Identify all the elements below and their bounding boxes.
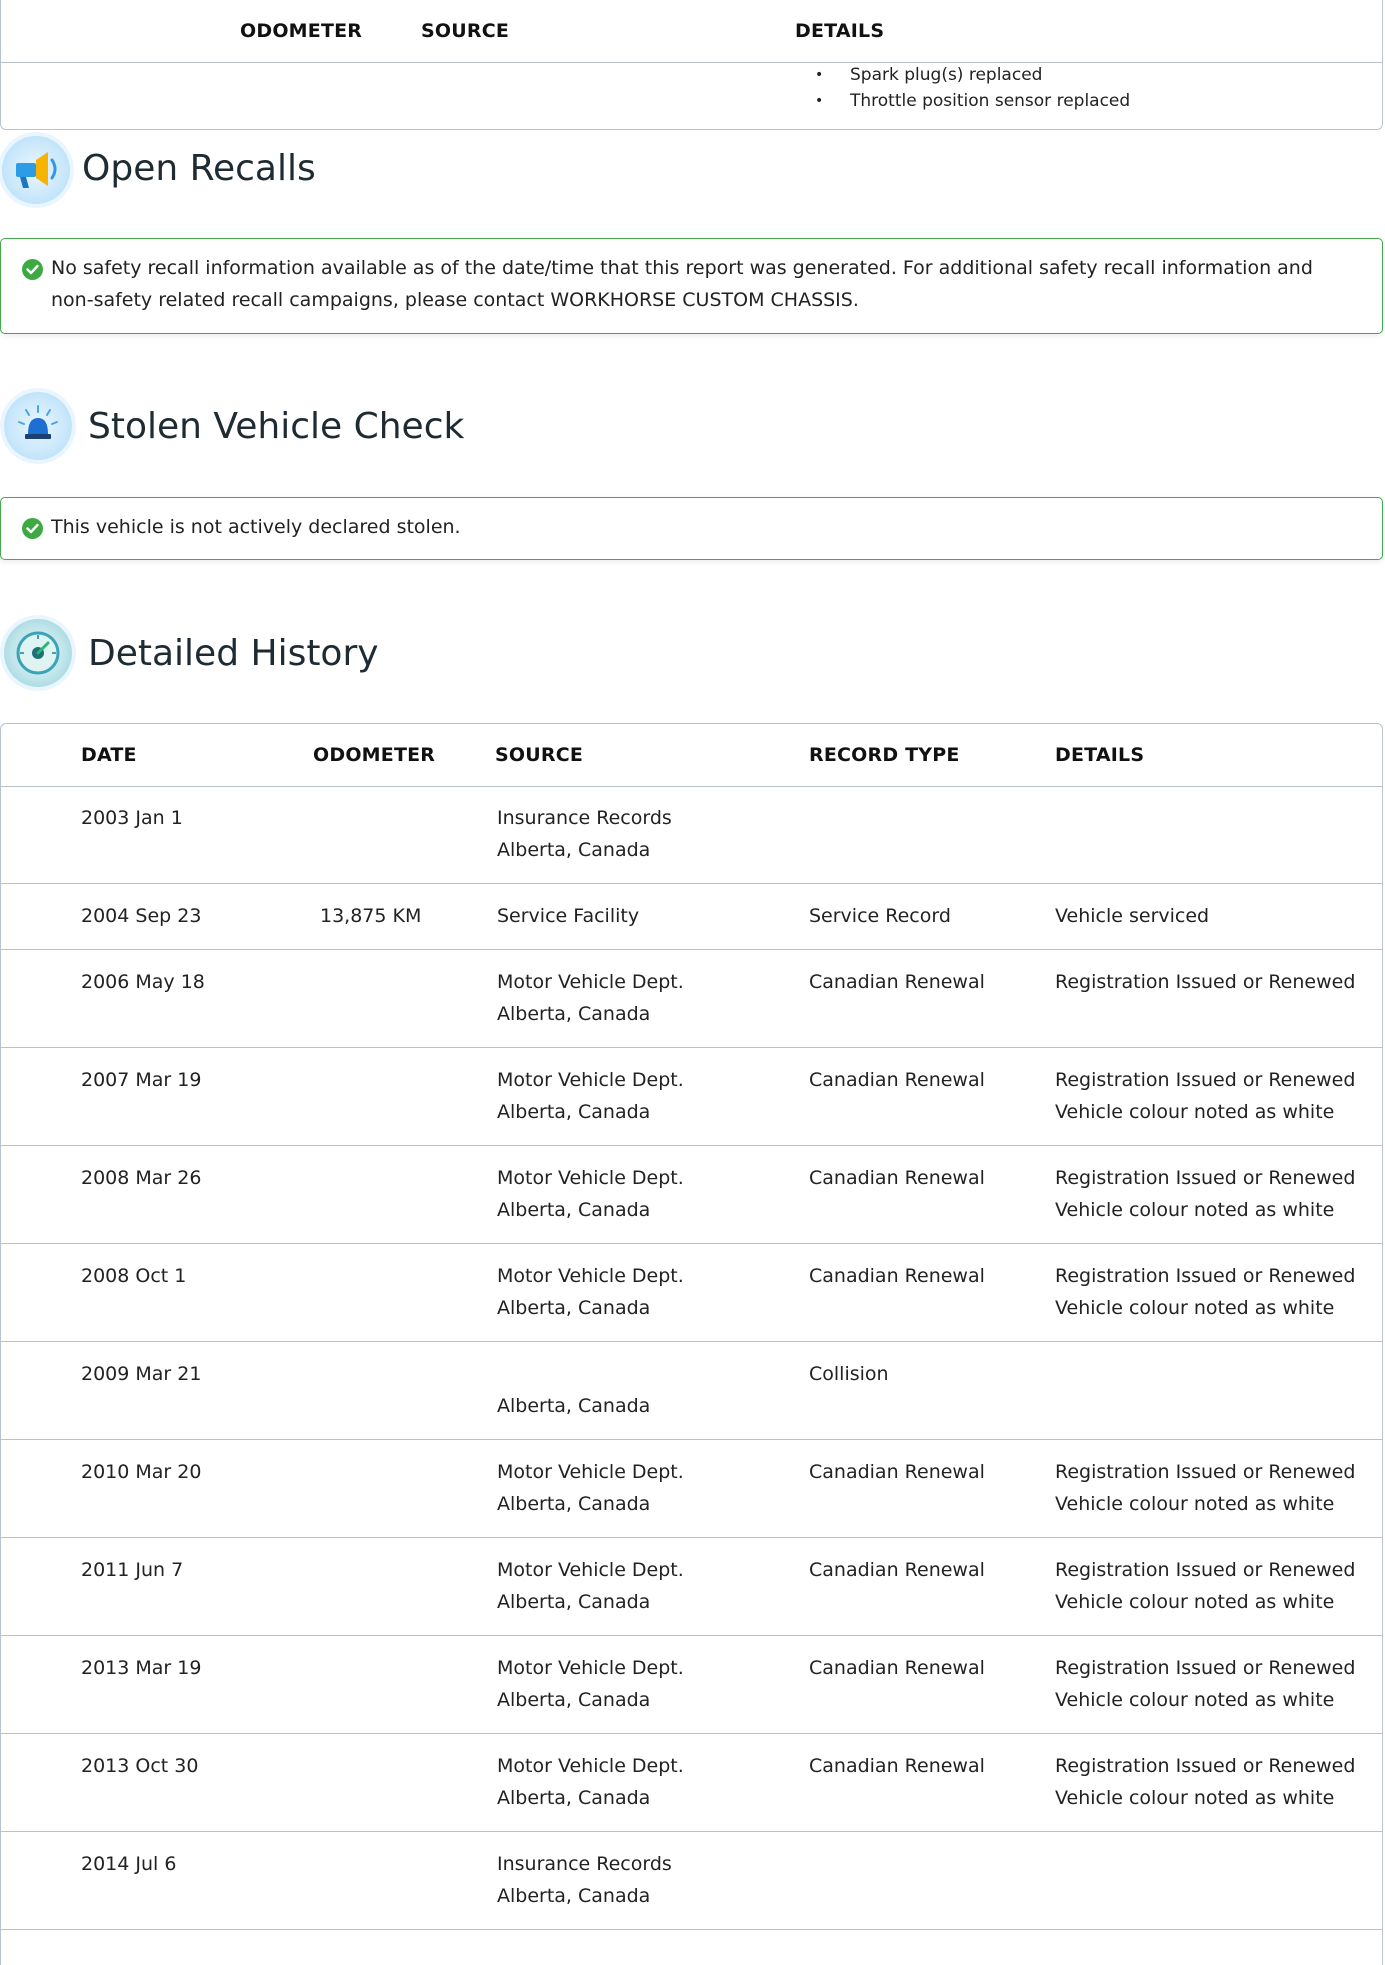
stolen-message: This vehicle is not actively declared st… bbox=[51, 516, 461, 538]
details-cell: Registration Issued or Renewed Vehicle co… bbox=[1055, 1167, 1356, 1221]
source-cell: Motor Vehicle Dept. Alberta, Canada bbox=[497, 1167, 684, 1221]
source-cell: Insurance Records Alberta, Canada bbox=[497, 1853, 672, 1907]
report-page: ODOMETER SOURCE DETAILS Spark plug(s) re… bbox=[0, 0, 1385, 1965]
source-cell: Motor Vehicle Dept. Alberta, Canada bbox=[497, 971, 684, 1025]
details-cell: Registration Issued or Renewed Vehicle co… bbox=[1055, 1069, 1356, 1123]
source-cell: Alberta, Canada bbox=[497, 1395, 651, 1417]
date-cell: 2003 Jan 1 bbox=[81, 807, 183, 829]
source-cell: Motor Vehicle Dept. Alberta, Canada bbox=[497, 1755, 684, 1809]
siren-icon bbox=[4, 392, 72, 460]
header-odometer: ODOMETER bbox=[240, 20, 363, 42]
source-cell: Motor Vehicle Dept. Alberta, Canada bbox=[497, 1069, 684, 1123]
recall-notice: No safety recall information available a… bbox=[0, 238, 1383, 334]
recall-message: No safety recall information available a… bbox=[51, 257, 1313, 311]
details-list: Spark plug(s) replaced Throttle position… bbox=[813, 62, 1130, 114]
date-cell: 2004 Sep 23 bbox=[81, 905, 202, 927]
record-type-cell: Canadian Renewal bbox=[809, 1657, 985, 1679]
table-row: 2014 Jul 6 Insurance Records Alberta, Can… bbox=[1, 1832, 1382, 1930]
open-recalls-header: Open Recalls bbox=[0, 134, 600, 210]
details-cell: Registration Issued or Renewed Vehicle co… bbox=[1055, 1657, 1356, 1711]
date-cell: 2009 Mar 21 bbox=[81, 1363, 202, 1385]
header-details: DETAILS bbox=[1055, 744, 1145, 766]
detailed-history-header: Detailed History bbox=[0, 617, 600, 693]
odometer-dial-icon bbox=[4, 619, 72, 687]
stolen-notice: This vehicle is not actively declared st… bbox=[0, 497, 1383, 560]
table-row: 2007 Mar 19 Motor Vehicle Dept. Alberta, … bbox=[1, 1048, 1382, 1146]
detailed-history-table: DATE ODOMETER SOURCE RECORD TYPE DETAILS… bbox=[0, 723, 1383, 1965]
details-cell: Vehicle serviced bbox=[1055, 905, 1210, 927]
record-type-cell: Service Record bbox=[809, 905, 951, 927]
megaphone-icon bbox=[2, 136, 70, 204]
record-type-cell: Canadian Renewal bbox=[809, 971, 985, 993]
section-title: Detailed History bbox=[88, 633, 379, 674]
table-row: 2008 Oct 1 Motor Vehicle Dept. Alberta, C… bbox=[1, 1244, 1382, 1342]
source-cell: Motor Vehicle Dept. Alberta, Canada bbox=[497, 1657, 684, 1711]
details-cell: Registration Issued or Renewed Vehicle co… bbox=[1055, 1755, 1356, 1809]
table-header: DATE ODOMETER SOURCE RECORD TYPE DETAILS bbox=[1, 724, 1382, 787]
date-cell: 2007 Mar 19 bbox=[81, 1069, 202, 1091]
list-item: Spark plug(s) replaced bbox=[813, 62, 1130, 88]
list-item: Throttle position sensor replaced bbox=[813, 88, 1130, 114]
odometer-cell: 13,875 KM bbox=[320, 905, 422, 927]
header-record-type: RECORD TYPE bbox=[809, 744, 960, 766]
source-cell: Insurance Records Alberta, Canada bbox=[497, 807, 672, 861]
table-row: 2004 Sep 23 13,875 KM Service Facility S… bbox=[1, 884, 1382, 950]
date-cell: 2008 Mar 26 bbox=[81, 1167, 202, 1189]
service-records-table: ODOMETER SOURCE DETAILS Spark plug(s) re… bbox=[0, 0, 1383, 130]
table-row: 2011 Jun 7 Motor Vehicle Dept. Alberta, C… bbox=[1, 1538, 1382, 1636]
date-cell: 2014 Jul 6 bbox=[81, 1853, 177, 1875]
table-row: 2009 Mar 21 Alberta, Canada Collision bbox=[1, 1342, 1382, 1440]
record-type-cell: Canadian Renewal bbox=[809, 1755, 985, 1777]
table-row: 2008 Mar 26 Motor Vehicle Dept. Alberta, … bbox=[1, 1146, 1382, 1244]
record-type-cell: Canadian Renewal bbox=[809, 1265, 985, 1287]
source-cell: Service Facility bbox=[497, 905, 640, 927]
header-source: SOURCE bbox=[421, 20, 510, 42]
header-odometer: ODOMETER bbox=[313, 744, 436, 766]
header-source: SOURCE bbox=[495, 744, 584, 766]
record-type-cell: Canadian Renewal bbox=[809, 1559, 985, 1581]
source-cell: Motor Vehicle Dept. Alberta, Canada bbox=[497, 1559, 684, 1613]
table-row: 2003 Jan 1 Insurance Records Alberta, Can… bbox=[1, 786, 1382, 884]
details-cell: Registration Issued or Renewed Vehicle co… bbox=[1055, 1461, 1356, 1515]
table-row: 2013 Oct 30 Motor Vehicle Dept. Alberta, … bbox=[1, 1734, 1382, 1832]
table-row: 2006 May 18 Motor Vehicle Dept. Alberta, … bbox=[1, 950, 1382, 1048]
date-cell: 2010 Mar 20 bbox=[81, 1461, 202, 1483]
header-date: DATE bbox=[81, 744, 137, 766]
record-type-cell: Canadian Renewal bbox=[809, 1069, 985, 1091]
check-circle-icon bbox=[22, 259, 43, 280]
source-cell: Motor Vehicle Dept. Alberta, Canada bbox=[497, 1265, 684, 1319]
date-cell: 2013 Mar 19 bbox=[81, 1657, 202, 1679]
section-title: Open Recalls bbox=[82, 148, 316, 189]
stolen-check-header: Stolen Vehicle Check bbox=[0, 390, 600, 466]
table-row: 2013 Mar 19 Motor Vehicle Dept. Alberta, … bbox=[1, 1636, 1382, 1734]
date-cell: 2013 Oct 30 bbox=[81, 1755, 199, 1777]
details-cell: Registration Issued or Renewed Vehicle co… bbox=[1055, 1559, 1356, 1613]
record-type-cell: Collision bbox=[809, 1363, 889, 1385]
record-type-cell: Canadian Renewal bbox=[809, 1461, 985, 1483]
date-cell: 2011 Jun 7 bbox=[81, 1559, 184, 1581]
details-cell: Registration Issued or Renewed bbox=[1055, 971, 1356, 993]
source-cell: Motor Vehicle Dept. Alberta, Canada bbox=[497, 1461, 684, 1515]
record-type-cell: Canadian Renewal bbox=[809, 1167, 985, 1189]
section-title: Stolen Vehicle Check bbox=[88, 406, 465, 447]
header-details: DETAILS bbox=[795, 20, 885, 42]
table-row: 2010 Mar 20 Motor Vehicle Dept. Alberta, … bbox=[1, 1440, 1382, 1538]
check-circle-icon bbox=[22, 518, 43, 539]
table-header: ODOMETER SOURCE DETAILS bbox=[1, 0, 1382, 63]
details-cell: Registration Issued or Renewed Vehicle co… bbox=[1055, 1265, 1356, 1319]
date-cell: 2008 Oct 1 bbox=[81, 1265, 187, 1287]
date-cell: 2006 May 18 bbox=[81, 971, 205, 993]
